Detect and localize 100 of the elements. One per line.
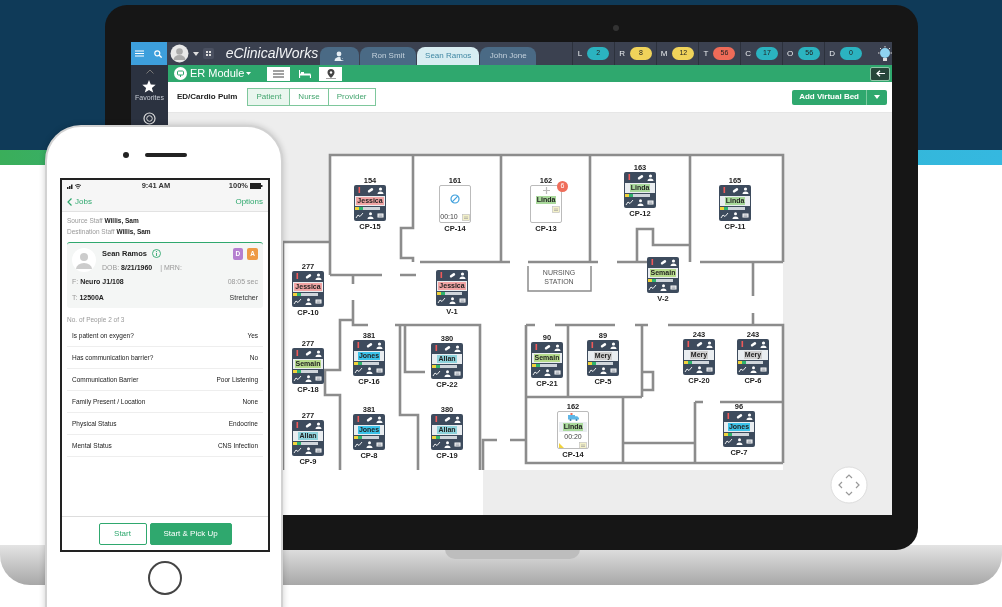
chart-icon	[293, 446, 302, 455]
pill-icon	[694, 340, 704, 349]
person-icon	[376, 186, 385, 195]
counter-label: C	[745, 47, 751, 60]
lightbulb-icon[interactable]	[878, 45, 892, 62]
chart-icon	[625, 198, 634, 207]
blocked-icon	[450, 194, 460, 204]
note-icon	[376, 211, 385, 220]
people-icon	[730, 211, 740, 220]
home-button[interactable]	[148, 561, 182, 595]
note-icon	[375, 440, 384, 449]
signal-wifi-icon	[67, 183, 83, 189]
pill-icon	[734, 412, 744, 421]
ambulance-icon	[567, 413, 579, 421]
dropdown-toggle-button[interactable]	[866, 89, 887, 105]
chart-icon	[432, 440, 441, 449]
person-icon	[609, 341, 618, 350]
person-icon	[458, 271, 467, 280]
note-icon	[646, 198, 655, 207]
people-icon	[635, 198, 645, 207]
people-icon	[734, 437, 744, 446]
map-pin-icon	[325, 68, 336, 79]
note-icon	[314, 446, 323, 455]
person-icon	[553, 343, 562, 352]
pill-icon	[364, 341, 374, 350]
chart-icon	[354, 366, 363, 375]
chart-icon	[355, 211, 364, 220]
note-icon	[741, 211, 750, 220]
note-icon	[705, 365, 714, 374]
star-icon[interactable]	[142, 80, 157, 93]
person-icon	[759, 340, 768, 349]
pill-icon	[542, 343, 552, 352]
caret-icon	[246, 72, 252, 75]
person-icon	[453, 344, 462, 353]
chart-icon	[724, 437, 733, 446]
chart-icon	[354, 440, 363, 449]
people-icon	[303, 446, 313, 455]
grid-icon[interactable]	[202, 48, 214, 59]
chart-icon	[738, 365, 747, 374]
note-icon	[461, 213, 470, 221]
person-icon	[669, 258, 678, 267]
person-icon	[745, 412, 754, 421]
bed-icon	[298, 69, 311, 78]
person-search-icon	[333, 51, 346, 61]
people-icon	[542, 368, 552, 377]
app-title: eClinicalWorks	[225, 44, 318, 63]
note-icon	[458, 296, 467, 305]
chevron-left-icon	[67, 197, 72, 206]
caret-icon	[192, 51, 199, 56]
chart-icon	[293, 374, 302, 383]
avatar-icon[interactable]	[169, 44, 189, 63]
back-button[interactable]	[870, 66, 890, 81]
note-icon	[553, 368, 562, 377]
pill-icon	[365, 186, 375, 195]
arrow-left-icon	[875, 70, 885, 77]
patient-search-tab[interactable]	[319, 47, 360, 65]
pill-icon	[635, 173, 645, 182]
chart-icon	[684, 365, 693, 374]
avatar-icon	[72, 248, 96, 272]
chart-icon	[432, 369, 441, 378]
note-icon	[552, 206, 560, 213]
note-icon	[314, 374, 323, 383]
pill-icon	[442, 415, 452, 424]
note-icon	[314, 297, 323, 306]
people-icon	[365, 211, 375, 220]
unit-name: ED/Cardio Pulm	[177, 91, 238, 103]
status-corner-icon	[559, 443, 565, 448]
caret-icon	[874, 95, 880, 99]
note-icon	[453, 369, 462, 378]
chevron-up-icon	[145, 69, 154, 74]
people-icon	[442, 440, 452, 449]
person-icon	[646, 173, 655, 182]
chart-icon	[293, 297, 302, 306]
counter-label: R	[619, 47, 625, 60]
people-icon	[694, 365, 704, 374]
note-icon	[375, 366, 384, 375]
people-icon	[447, 296, 457, 305]
person-icon	[375, 415, 384, 424]
note-icon	[579, 442, 587, 448]
camera-icon	[613, 25, 619, 31]
person-icon	[314, 272, 323, 281]
chart-icon	[532, 368, 541, 377]
pill-icon	[303, 272, 313, 281]
note-icon	[745, 437, 754, 446]
open-record-tab[interactable]: Sean Ramos	[416, 47, 480, 65]
counter-label: L	[577, 47, 583, 60]
people-icon	[303, 297, 313, 306]
menu-button[interactable]	[131, 42, 149, 65]
chart-icon	[588, 366, 597, 375]
list-icon	[273, 69, 285, 78]
open-record-tab[interactable]: Ron Smit	[360, 47, 416, 65]
note-icon	[609, 366, 618, 375]
pill-icon	[303, 349, 313, 358]
open-record-tab[interactable]: John Jone	[480, 47, 537, 65]
people-icon	[442, 369, 452, 378]
view-button[interactable]	[319, 66, 343, 81]
chart-icon	[648, 283, 657, 292]
counter-label: M	[660, 47, 668, 60]
chart-icon	[437, 296, 446, 305]
person-icon	[705, 340, 714, 349]
